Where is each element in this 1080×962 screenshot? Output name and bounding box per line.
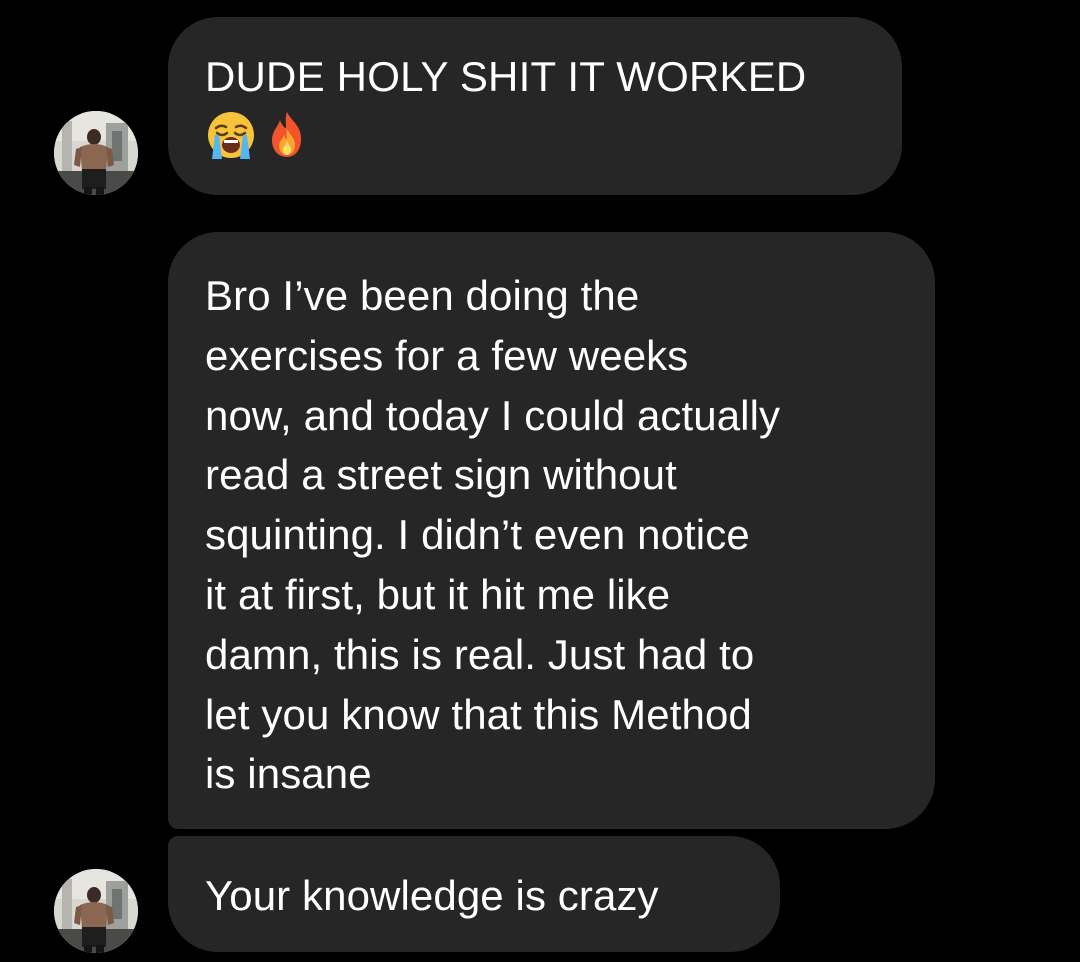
message-text: Your knowledge is crazy bbox=[205, 872, 659, 919]
message-text: Bro I’ve been doing the exercises for a … bbox=[205, 272, 781, 798]
profile-photo-icon bbox=[54, 111, 138, 195]
emoji-row bbox=[205, 109, 862, 161]
sender-avatar[interactable] bbox=[54, 869, 138, 953]
message-bubble[interactable]: Bro I’ve been doing the exercises for a … bbox=[168, 232, 935, 829]
fire-emoji bbox=[272, 112, 301, 157]
sender-avatar[interactable] bbox=[54, 111, 138, 195]
profile-photo-icon bbox=[54, 869, 138, 953]
message-bubble[interactable]: Your knowledge is crazy bbox=[168, 836, 780, 952]
loudly-crying-face-emoji bbox=[208, 112, 254, 159]
message-bubble[interactable]: DUDE HOLY SHIT IT WORKED bbox=[168, 17, 902, 195]
message-text: DUDE HOLY SHIT IT WORKED bbox=[205, 53, 807, 100]
